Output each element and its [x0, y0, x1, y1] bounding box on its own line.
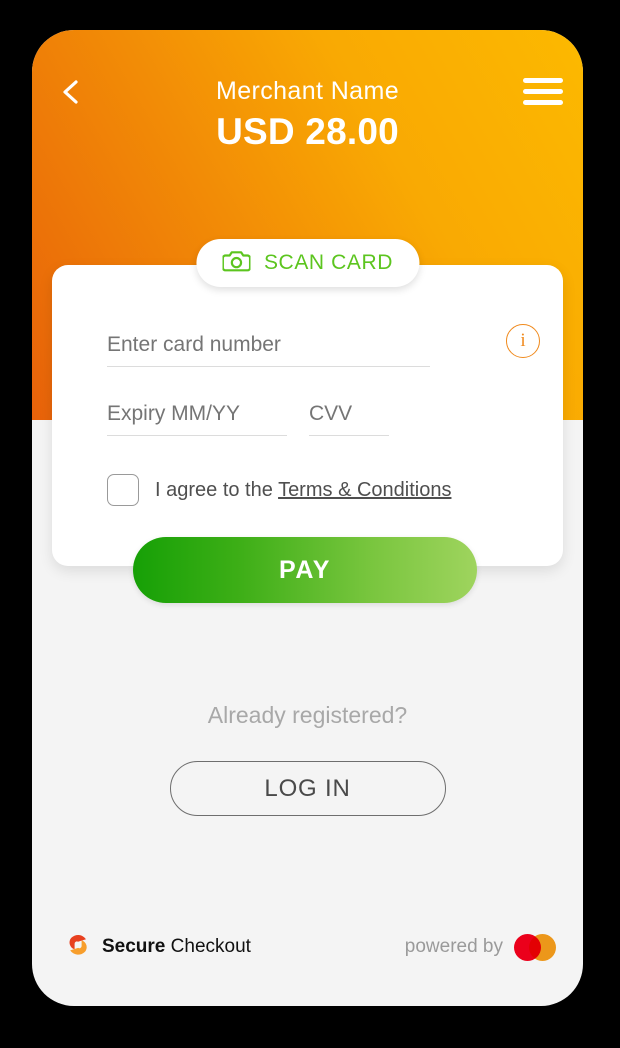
footer: Secure Checkout powered by — [32, 930, 583, 964]
amount-due: USD 28.00 — [216, 111, 399, 152]
terms-label: I agree to the Terms & Conditions — [155, 479, 451, 502]
powered-by-label: powered by — [404, 936, 503, 957]
checkout-text: Checkout — [165, 936, 251, 957]
camera-icon — [221, 249, 251, 277]
pay-button[interactable]: PAY — [133, 537, 477, 603]
card-number-field[interactable] — [107, 333, 430, 367]
terms-row: I agree to the Terms & Conditions — [107, 474, 451, 506]
scan-card-button[interactable]: SCAN CARD — [195, 239, 420, 287]
mastercard-yellow-circle — [529, 933, 556, 961]
secure-swirl-logo-icon — [65, 931, 91, 964]
scan-card-label: SCAN CARD — [263, 251, 394, 274]
expiry-input[interactable] — [107, 402, 287, 426]
secure-bold-text: Secure — [102, 936, 166, 957]
card-number-input[interactable] — [107, 333, 430, 357]
terms-prefix: I agree to the — [155, 478, 279, 501]
already-registered-text: Already registered? — [207, 702, 408, 728]
terms-checkbox[interactable] — [107, 474, 139, 506]
expiry-field[interactable] — [107, 402, 287, 436]
mastercard-icon — [514, 933, 556, 961]
powered-by-group: powered by — [405, 930, 556, 964]
cvv-input[interactable] — [309, 402, 389, 426]
card-form-panel: i I agree to the Terms & Conditions — [52, 265, 563, 566]
merchant-name: Merchant Name — [215, 77, 400, 105]
cvv-field[interactable] — [309, 402, 389, 436]
phone-screen: Merchant Name USD 28.00 SCAN CARD i I ag… — [32, 30, 583, 1006]
secure-checkout-label: Secure Checkout — [102, 936, 251, 958]
secure-checkout-brand: Secure Checkout — [65, 930, 251, 964]
info-circle-icon[interactable]: i — [506, 324, 540, 358]
log-in-button[interactable]: LOG IN — [169, 761, 446, 816]
terms-and-conditions-link[interactable]: Terms & Conditions — [278, 479, 451, 501]
